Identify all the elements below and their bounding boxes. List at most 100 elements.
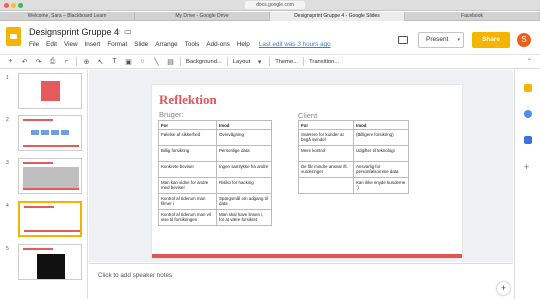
menu-format[interactable]: Format [107,41,127,48]
menu-help[interactable]: Help [237,41,250,48]
slide-filmstrip: 1 2 3 4 5 [0,70,88,299]
filmstrip-slide-active[interactable]: 4 [4,201,84,239]
slide-number: 5 [6,246,9,252]
browser-tab-active[interactable]: Designsprint Gruppe 4 - Google Slides [270,12,405,21]
star-icon[interactable]: ☆ [114,27,121,36]
theme-button[interactable]: Theme... [275,59,298,65]
current-slide[interactable]: Reflektion Bruger: Client For Imod Følel… [152,85,462,258]
browser-titlebar: docs.google.com [0,0,540,11]
slide-number: 2 [6,117,9,123]
textbox-icon[interactable]: T [110,58,119,65]
table-cell: Kontrol af tiderum man filmer i [158,193,217,210]
table-cell: Overvågning [216,129,272,146]
thumbnail-image [23,167,79,189]
background-button[interactable]: Background... [186,59,222,65]
table-cell: Sværere for kunder at begå svindel [298,129,354,146]
undo-icon[interactable]: ↶ [20,58,29,66]
slide-thumbnail[interactable] [18,158,82,194]
browser-tab[interactable]: My Drive - Google Drive [135,12,270,21]
comments-icon[interactable] [398,36,408,44]
avatar[interactable]: S [517,33,531,47]
menu-slide[interactable]: Slide [134,41,148,48]
collapse-toolbar-icon[interactable]: ⌃ [527,58,532,65]
share-button[interactable]: Share [472,32,510,48]
toolbar-divider [76,57,77,66]
client-pros-cons-table[interactable]: For Imod Sværere for kunder at begå svin… [298,120,409,194]
thumbnail-heading [23,162,53,164]
calendar-icon[interactable] [524,136,532,144]
menu-bar: File Edit View Insert Format Slide Arran… [29,41,331,48]
thumbnail-image [37,254,65,279]
select-icon[interactable]: ↖ [96,58,105,66]
address-bar[interactable]: docs.google.com [245,1,305,9]
shape-icon[interactable]: ○ [138,58,147,65]
layout-button[interactable]: Layout [233,59,250,65]
menu-addons[interactable]: Add-ons [206,41,229,48]
print-icon[interactable]: ⎙ [48,58,57,66]
user-heading[interactable]: Bruger: [159,110,184,119]
present-button[interactable]: Present ▾ [418,32,464,48]
menu-tools[interactable]: Tools [185,41,200,48]
line-icon[interactable]: ╲ [152,58,161,66]
explore-button[interactable]: + [497,282,510,295]
table-cell: Kan ikke snyde kunderne :) [353,177,409,194]
slide-thumbnail[interactable] [18,201,82,237]
user-pros-cons-table[interactable]: For Imod Følelse af sikkerhed Overvågnin… [158,120,272,226]
tasks-icon[interactable] [524,110,532,118]
add-addon-icon[interactable]: + [524,162,529,172]
present-label: Present [426,36,449,43]
menu-edit[interactable]: Edit [46,41,57,48]
redo-icon[interactable]: ↷ [34,58,43,66]
table-header: Imod [216,120,272,130]
filmstrip-slide[interactable]: 2 [4,115,84,153]
table-cell: (Billigere forsikring) [353,129,409,146]
table-header: For [158,120,217,130]
transition-button[interactable]: Transition... [309,59,339,65]
menu-view[interactable]: View [64,41,78,48]
speaker-notes[interactable]: Click to add speaker notes [89,263,513,299]
toolbar-divider [269,57,271,66]
comment-add-icon[interactable]: ▤ [166,58,175,66]
slide-title[interactable]: Reflektion [159,92,217,108]
toolbar: + ↶ ↷ ⎙ ⌐ ⊕ ↖ T ▣ ○ ╲ ▤ Background... La… [0,54,540,69]
keep-icon[interactable] [524,84,532,92]
last-edit-link[interactable]: Last edit was 3 hours ago [259,41,331,48]
thumbnail-diagram [31,130,69,135]
menu-file[interactable]: File [29,41,39,48]
browser-tab[interactable]: Welcome, Sara – Blackboard Learn [0,12,135,21]
filmstrip-slide[interactable]: 3 [4,158,84,196]
chevron-down-icon[interactable]: ▾ [255,58,264,66]
slide-thumbnail[interactable] [18,244,82,280]
table-cell: Man skal have linsen i, for at være fors… [216,209,272,226]
table-row: Konkrete beviser Ingen samlykke fra andr… [158,161,272,178]
folder-icon[interactable]: ▭ [124,27,132,36]
paint-format-icon[interactable]: ⌐ [62,58,71,65]
table-row: Kontrol af tiderum man filmer i Spørgsmå… [158,193,272,210]
browser-tab-strip: Welcome, Sara – Blackboard Learn My Driv… [0,12,540,21]
slide-thumbnail[interactable] [18,73,82,109]
document-title[interactable]: Designsprint Gruppe 4 [29,27,119,37]
zoom-icon[interactable]: ⊕ [82,58,91,66]
menu-insert[interactable]: Insert [85,41,101,48]
table-cell: Man kan vidne for andre med beviser [158,177,217,194]
browser-tab[interactable]: Facebook [405,12,540,21]
maximize-window-icon[interactable] [18,3,23,8]
client-heading[interactable]: Client [298,111,317,120]
filmstrip-slide[interactable]: 1 [4,73,84,111]
toolbar-divider [226,57,228,66]
chevron-down-icon[interactable]: ▾ [457,33,460,47]
table-cell: Udgifter til teknologi [353,145,409,162]
slide-canvas[interactable]: Reflektion Bruger: Client For Imod Følel… [89,70,513,262]
thumbnail-heading [24,206,54,208]
speaker-notes-placeholder[interactable]: Click to add speaker notes [98,272,172,279]
minimize-window-icon[interactable] [11,3,16,8]
image-icon[interactable]: ▣ [124,58,133,66]
table-cell: De får mindre ansvar ift. vurderinger [298,161,354,178]
menu-arrange[interactable]: Arrange [155,41,177,48]
table-row: Kan ikke snyde kunderne :) [298,177,409,194]
filmstrip-slide[interactable]: 5 [4,244,84,282]
slide-thumbnail[interactable] [18,115,82,151]
close-window-icon[interactable] [4,3,9,8]
slides-logo-icon[interactable] [6,27,21,46]
new-slide-icon[interactable]: + [6,58,15,65]
